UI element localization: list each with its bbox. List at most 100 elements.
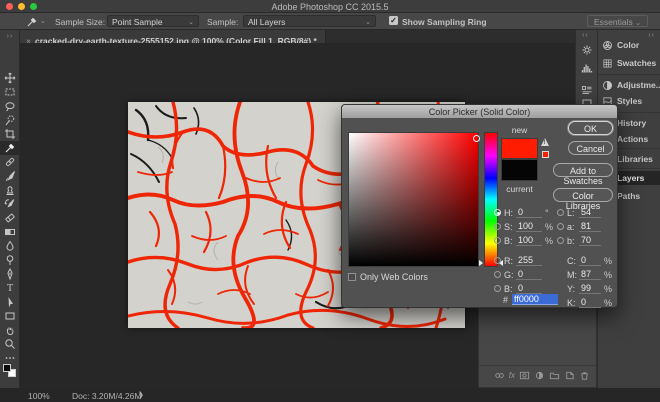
tool-brush[interactable]: [0, 169, 20, 183]
tool-dodge[interactable]: [0, 253, 20, 267]
brightness-input[interactable]: 100: [516, 235, 542, 246]
lab-l-input[interactable]: 54: [579, 207, 601, 218]
tool-type[interactable]: T: [0, 281, 20, 295]
delete-layer-icon[interactable]: [579, 370, 590, 381]
document-tab-bar: ×cracked-dry-earth-texture-2555152.jpg @…: [20, 30, 660, 43]
tool-eraser[interactable]: [0, 211, 20, 225]
dock-collapse-button[interactable]: ‹‹: [582, 32, 589, 39]
field-cyan: C:0%: [557, 255, 612, 266]
field-lab-l: L:54: [557, 207, 604, 218]
field-red: R:255: [494, 255, 545, 266]
sample-dropdown[interactable]: All Layers ⌄: [243, 15, 376, 27]
hue-radio[interactable]: [494, 209, 501, 216]
color-libraries-button[interactable]: Color Libraries: [553, 188, 613, 202]
out-of-gamut-warning-icon[interactable]: [541, 138, 549, 146]
tool-crop[interactable]: [0, 127, 20, 141]
color-field-marker[interactable]: [473, 135, 480, 142]
black-input[interactable]: 0: [579, 297, 601, 308]
current-color-swatch[interactable]: [501, 159, 538, 181]
green-radio[interactable]: [494, 271, 501, 278]
only-web-colors-checkbox[interactable]: [348, 273, 356, 281]
layer-mask-icon[interactable]: [519, 370, 530, 381]
saturation-input[interactable]: 100: [516, 221, 542, 232]
new-color-swatch: [501, 138, 538, 159]
workspace-dropdown[interactable]: Essentials ⌄: [587, 15, 648, 27]
lab-a-radio[interactable]: [557, 223, 564, 230]
tool-blur[interactable]: [0, 239, 20, 253]
window-titlebar: Adobe Photoshop CC 2015.5: [0, 0, 660, 13]
tool-clone-stamp[interactable]: [0, 183, 20, 197]
fx-icon[interactable]: fx: [509, 371, 515, 380]
hue-slider-marker[interactable]: [479, 260, 483, 266]
color-picker-dialog: Color Picker (Solid Color) new current O…: [341, 104, 618, 308]
hue-input[interactable]: 0: [516, 207, 542, 218]
new-layer-icon[interactable]: [564, 370, 575, 381]
lab-l-radio[interactable]: [557, 209, 564, 216]
lab-a-input[interactable]: 81: [579, 221, 601, 232]
status-bar: 100% Doc: 3.20M/4.26M ❯: [0, 388, 660, 402]
add-to-swatches-button[interactable]: Add to Swatches: [553, 163, 613, 177]
histogram-icon[interactable]: [581, 61, 593, 79]
field-blue: B:0: [494, 283, 545, 294]
field-lab-a: a:81: [557, 221, 604, 232]
tool-pen[interactable]: [0, 267, 20, 281]
adjustments-icon: [602, 80, 613, 91]
panel-tab-adjustments[interactable]: Adjustme...: [598, 78, 660, 92]
tool-move[interactable]: [0, 71, 20, 85]
lab-b-radio[interactable]: [557, 237, 564, 244]
field-brightness: B:100%: [494, 235, 553, 246]
tool-rectangle-shape[interactable]: [0, 309, 20, 323]
adjustment-layer-icon[interactable]: [534, 370, 545, 381]
tool-history-brush[interactable]: [0, 197, 20, 211]
green-input[interactable]: 0: [516, 269, 542, 280]
red-input[interactable]: 255: [516, 255, 542, 266]
tool-quick-selection[interactable]: [0, 113, 20, 127]
brightness-radio[interactable]: [494, 237, 501, 244]
saturation-brightness-field[interactable]: [348, 132, 479, 267]
hex-input[interactable]: ff0000: [512, 294, 558, 305]
cyan-input[interactable]: 0: [579, 255, 601, 266]
tool-lasso[interactable]: [0, 99, 20, 113]
adjustments-sun-icon[interactable]: [581, 43, 593, 61]
lab-b-input[interactable]: 70: [579, 235, 601, 246]
field-magenta: M:87%: [557, 269, 612, 280]
blue-radio[interactable]: [494, 285, 501, 292]
tool-healing-brush[interactable]: [0, 155, 20, 169]
blue-input[interactable]: 0: [516, 283, 542, 294]
tool-zoom[interactable]: [0, 337, 20, 351]
tool-eyedropper[interactable]: [0, 141, 20, 155]
document-tab[interactable]: ×cracked-dry-earth-texture-2555152.jpg @…: [20, 30, 326, 43]
chevron-down-icon[interactable]: ⌄: [40, 17, 46, 25]
field-lab-b: b:70: [557, 235, 604, 246]
field-hex: #ff0000: [503, 294, 558, 305]
link-icon[interactable]: [494, 370, 505, 381]
toolbar-collapse-button[interactable]: ››: [0, 30, 20, 42]
magenta-input[interactable]: 87: [579, 269, 601, 280]
panel-tab-color[interactable]: Color: [598, 38, 660, 52]
field-yellow: Y:99%: [557, 283, 612, 294]
group-icon[interactable]: [549, 370, 560, 381]
yellow-input[interactable]: 99: [579, 283, 601, 294]
ok-button[interactable]: OK: [568, 121, 613, 135]
hue-slider[interactable]: [484, 132, 498, 267]
tool-hand[interactable]: [0, 323, 20, 337]
show-sampling-ring-checkbox[interactable]: ✓: [389, 16, 398, 25]
tool-rectangular-marquee[interactable]: [0, 85, 20, 99]
foreground-background-swatches[interactable]: [0, 363, 20, 383]
foreground-color-chip[interactable]: [3, 364, 11, 372]
saturation-radio[interactable]: [494, 223, 501, 230]
red-radio[interactable]: [494, 257, 501, 264]
status-options-arrow-icon[interactable]: ❯: [138, 391, 144, 399]
sample-size-dropdown[interactable]: Point Sample ⌄: [107, 15, 199, 27]
tools-panel: ›› T: [0, 30, 20, 390]
not-web-safe-icon[interactable]: [542, 151, 549, 158]
zoom-level[interactable]: 100%: [28, 391, 50, 401]
cancel-button[interactable]: Cancel: [568, 141, 613, 155]
field-hue: H:0°: [494, 207, 549, 218]
tool-gradient[interactable]: [0, 225, 20, 239]
color-wheel-icon: [602, 40, 613, 51]
panel-tab-swatches[interactable]: Swatches: [598, 56, 660, 70]
tool-path-selection[interactable]: [0, 295, 20, 309]
chevron-down-icon: ⌄: [635, 20, 641, 27]
dialog-titlebar[interactable]: Color Picker (Solid Color): [342, 105, 617, 118]
